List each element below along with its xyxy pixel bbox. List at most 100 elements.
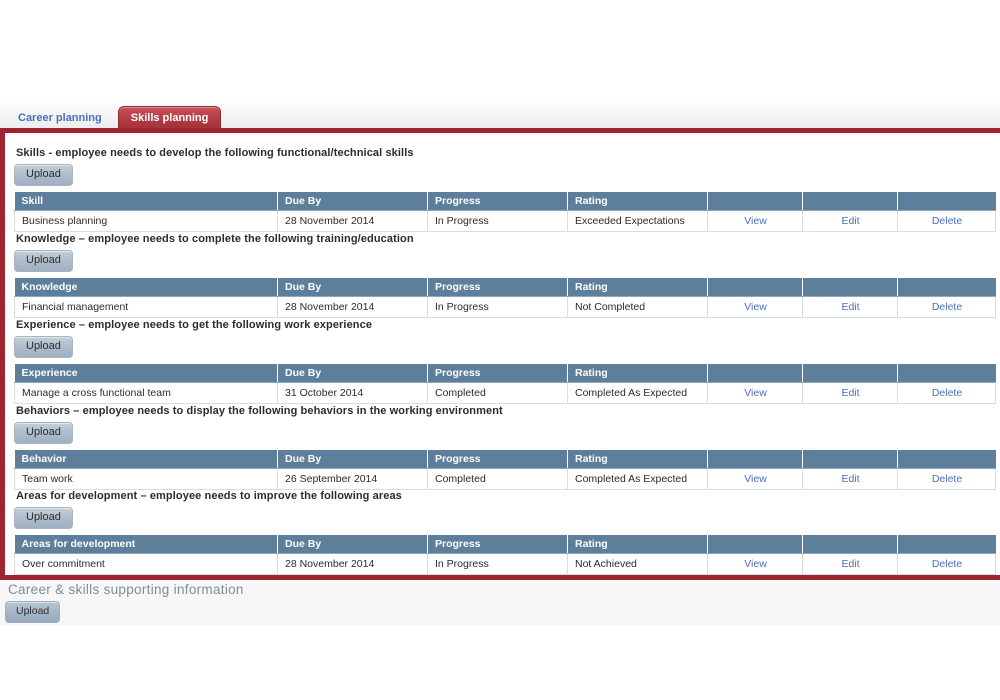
upload-button-behaviors[interactable]: Upload [14,422,73,444]
view-link[interactable]: View [744,387,767,399]
view-link[interactable]: View [744,473,767,485]
supporting-information-title: Career & skills supporting information [8,582,244,597]
cell-view: View [707,553,803,575]
cell-rating: Exceeded Expectations [567,210,708,232]
table-row: Business planning 28 November 2014 In Pr… [14,210,996,232]
section-knowledge-title: Knowledge – employee needs to complete t… [16,233,414,245]
cell-due-by: 28 November 2014 [277,296,428,318]
delete-link[interactable]: Delete [932,301,962,313]
cell-behavior-name: Team work [14,468,278,490]
section-skills-title: Skills - employee needs to develop the f… [16,147,414,159]
cell-edit: Edit [802,296,898,318]
edit-link[interactable]: Edit [841,215,859,227]
col-header-rating: Rating [567,364,708,383]
section-areas-title: Areas for development – employee needs t… [16,490,402,502]
col-header-edit [802,535,898,554]
cell-edit: Edit [802,382,898,404]
section-skills: Skills - employee needs to develop the f… [14,147,996,232]
section-experience-title: Experience – employee needs to get the f… [16,319,373,331]
view-link[interactable]: View [744,558,767,570]
col-header-progress: Progress [427,535,568,554]
cell-delete: Delete [897,468,996,490]
tab-skills-planning[interactable]: Skills planning [117,106,222,130]
col-header-due-by: Due By [277,278,428,297]
delete-link[interactable]: Delete [932,558,962,570]
skills-planning-content: Skills - employee needs to develop the f… [5,133,1000,575]
cell-delete: Delete [897,210,996,232]
view-link[interactable]: View [744,301,767,313]
section-areas-for-development: Areas for development – employee needs t… [14,490,996,575]
col-header-edit [802,192,898,211]
cell-rating: Completed As Expected [567,468,708,490]
col-header-delete [897,535,996,554]
col-header-view [707,192,803,211]
delete-link[interactable]: Delete [932,215,962,227]
edit-link[interactable]: Edit [841,558,859,570]
col-header-experience: Experience [14,364,278,383]
col-header-view [707,450,803,469]
col-header-delete [897,278,996,297]
cell-area-name: Over commitment [14,553,278,575]
cell-view: View [707,296,803,318]
tab-bar: Career planning Skills planning [0,104,222,130]
table-header-row: Behavior Due By Progress Rating [14,450,996,469]
table-behaviors: Behavior Due By Progress Rating Team wor… [14,450,996,490]
delete-link[interactable]: Delete [932,473,962,485]
col-header-progress: Progress [427,450,568,469]
tab-career-planning[interactable]: Career planning [6,106,114,130]
col-header-progress: Progress [427,192,568,211]
col-header-delete [897,364,996,383]
cell-knowledge-name: Financial management [14,296,278,318]
cell-progress: In Progress [427,210,568,232]
cell-due-by: 28 November 2014 [277,553,428,575]
upload-button-areas[interactable]: Upload [14,507,73,529]
cell-delete: Delete [897,296,996,318]
upload-button-skills[interactable]: Upload [14,164,73,186]
col-header-rating: Rating [567,535,708,554]
section-knowledge: Knowledge – employee needs to complete t… [14,233,996,318]
col-header-view [707,278,803,297]
cell-edit: Edit [802,468,898,490]
cell-rating: Not Completed [567,296,708,318]
cell-progress: In Progress [427,553,568,575]
col-header-due-by: Due By [277,450,428,469]
cell-view: View [707,382,803,404]
tab-skills-planning-label: Skills planning [130,112,209,124]
cell-experience-name: Manage a cross functional team [14,382,278,404]
cell-rating: Completed As Expected [567,382,708,404]
cell-progress: In Progress [427,296,568,318]
delete-link[interactable]: Delete [932,387,962,399]
edit-link[interactable]: Edit [841,301,859,313]
table-row: Manage a cross functional team 31 Octobe… [14,382,996,404]
table-header-row: Skill Due By Progress Rating [14,192,996,211]
cell-view: View [707,468,803,490]
table-skills: Skill Due By Progress Rating Business pl… [14,192,996,232]
col-header-skill: Skill [14,192,278,211]
cell-progress: Completed [427,468,568,490]
col-header-due-by: Due By [277,535,428,554]
col-header-edit [802,450,898,469]
section-experience: Experience – employee needs to get the f… [14,319,996,404]
table-row: Financial management 28 November 2014 In… [14,296,996,318]
cell-view: View [707,210,803,232]
col-header-view [707,364,803,383]
edit-link[interactable]: Edit [841,473,859,485]
upload-button-knowledge[interactable]: Upload [14,250,73,272]
table-header-row: Experience Due By Progress Rating [14,364,996,383]
col-header-progress: Progress [427,278,568,297]
upload-button-supporting[interactable]: Upload [5,601,61,623]
edit-link[interactable]: Edit [841,387,859,399]
cell-delete: Delete [897,382,996,404]
col-header-delete [897,450,996,469]
table-row: Over commitment 28 November 2014 In Prog… [14,553,996,575]
view-link[interactable]: View [744,215,767,227]
col-header-areas: Areas for development [14,535,278,554]
col-header-delete [897,192,996,211]
upload-button-experience[interactable]: Upload [14,336,73,358]
table-header-row: Knowledge Due By Progress Rating [14,278,996,297]
table-row: Team work 26 September 2014 Completed Co… [14,468,996,490]
tab-career-planning-label: Career planning [18,112,102,124]
table-knowledge: Knowledge Due By Progress Rating Financi… [14,278,996,318]
col-header-rating: Rating [567,192,708,211]
cell-progress: Completed [427,382,568,404]
